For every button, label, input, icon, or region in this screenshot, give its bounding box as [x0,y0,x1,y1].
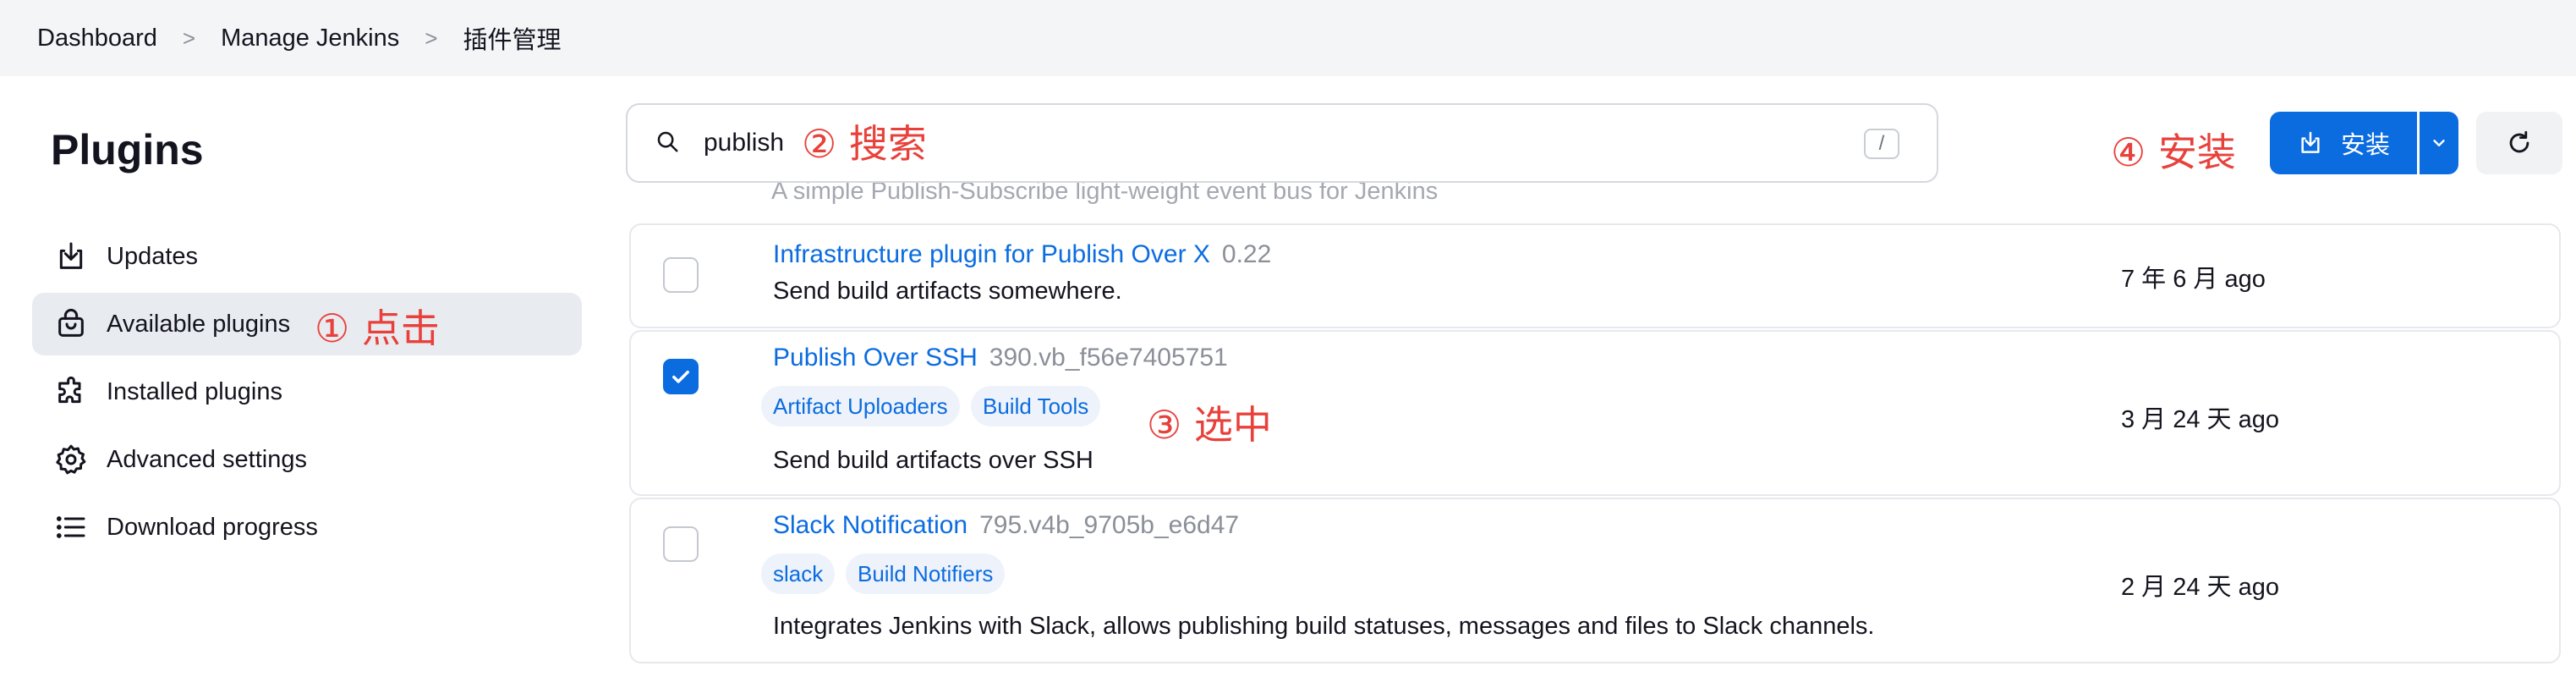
annotation-click: ① 点击 [315,305,440,351]
refresh-button[interactable] [2476,112,2562,174]
search-icon [655,129,680,158]
plugin-row-infrastructure-publish-over: Infrastructure plugin for Publish Over X… [629,223,2561,328]
install-button[interactable]: 安装 [2270,112,2417,174]
search-input[interactable]: publish [704,129,784,157]
annotation-search: ② 搜索 [802,121,927,167]
plugin-tag[interactable]: Build Tools [971,386,1101,427]
plugin-version: 795.v4b_9705b_e6d47 [979,511,1240,539]
main-content: Plugins Updates Available plugins Instal… [0,76,2576,677]
plugin-version: 0.22 [1221,240,1272,268]
plugin-checkbox[interactable] [663,359,699,394]
plugin-row-slack-notification: Slack Notification 795.v4b_9705b_e6d47 sl… [629,498,2561,663]
shopping-bag-icon [54,307,88,341]
plugin-version: 390.vb_f56e7405751 [989,344,1228,372]
plugin-description: Integrates Jenkins with Slack, allows pu… [773,613,1875,640]
sidebar-item-download-progress[interactable]: Download progress [32,496,582,559]
sidebar-item-label: Updates [107,242,199,270]
plugin-row-publish-over-ssh: Publish Over SSH 390.vb_f56e7405751 Artif… [629,330,2561,496]
plugin-tag[interactable]: Artifact Uploaders [761,386,960,427]
sidebar-item-label: Advanced settings [107,445,307,473]
annotation-install: ④ 安装 [2111,129,2236,175]
plugin-name-link[interactable]: Infrastructure plugin for Publish Over X [773,240,1210,268]
annotation-select: ③ 选中 [1147,402,1272,448]
list-icon [54,510,88,544]
chevron-down-icon [2433,140,2445,146]
puzzle-icon [54,375,88,409]
keyboard-shortcut-badge: / [1864,129,1899,159]
gear-icon [54,443,88,476]
plugin-released: 7 年 6 月 ago [2121,266,2266,293]
plugin-description: Send build artifacts over SSH [773,447,1093,474]
install-button-label: 安装 [2340,132,2390,159]
refresh-icon [2509,130,2529,153]
plugin-name-link[interactable]: Publish Over SSH [773,344,978,372]
plugin-released: 2 月 24 天 ago [2121,574,2279,601]
breadcrumb-plugin-manager[interactable]: 插件管理 [463,20,561,56]
plugin-name-link[interactable]: Slack Notification [773,511,967,539]
plugin-tag[interactable]: Build Notifiers [846,553,1006,594]
download-icon [54,239,88,273]
breadcrumb-dashboard[interactable]: Dashboard [37,25,157,52]
sidebar-item-advanced-settings[interactable]: Advanced settings [32,428,582,491]
check-icon [672,371,689,383]
sidebar-item-label: Download progress [107,513,318,541]
sidebar-item-label: Available plugins [107,310,291,338]
plugin-checkbox[interactable] [663,526,699,562]
breadcrumb-manage-jenkins[interactable]: Manage Jenkins [221,25,399,52]
plugin-tag[interactable]: slack [761,553,836,594]
plugin-checkbox[interactable] [663,257,699,293]
plugin-description: Send build artifacts somewhere. [773,278,1122,305]
sidebar-item-available-plugins[interactable]: Available plugins [32,293,582,355]
page-title: Plugins [51,126,204,173]
breadcrumb: Dashboard > Manage Jenkins > 插件管理 [0,0,2576,76]
sidebar-item-label: Installed plugins [107,377,282,405]
chevron-right-icon: > [182,25,196,51]
plugin-released: 3 月 24 天 ago [2121,406,2279,433]
download-icon [2301,131,2320,153]
install-button-group: 安装 [2270,112,2458,174]
chevron-right-icon: > [425,25,438,51]
sidebar-item-installed-plugins[interactable]: Installed plugins [32,361,582,423]
sidebar-item-updates[interactable]: Updates [32,225,582,288]
install-options-dropdown[interactable] [2420,112,2458,174]
